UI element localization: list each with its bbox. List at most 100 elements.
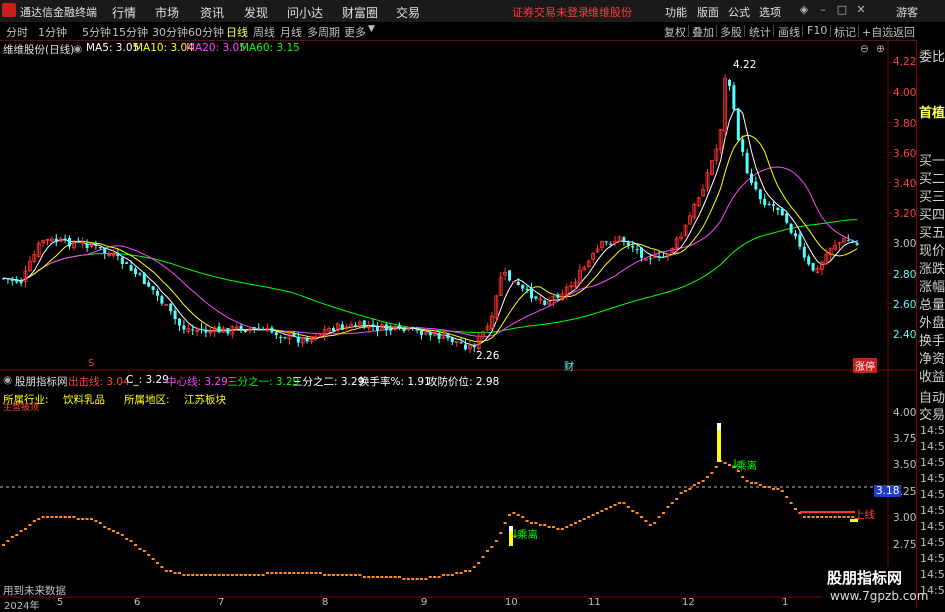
skin-icon[interactable]: ◈ bbox=[797, 3, 811, 17]
tab-multi-period[interactable]: 多周期 bbox=[307, 24, 340, 40]
candle-body bbox=[609, 243, 613, 245]
menu-layout[interactable]: 版面 bbox=[697, 4, 719, 20]
minimize-icon[interactable]: – bbox=[816, 3, 830, 17]
x-tick: 5 bbox=[57, 597, 64, 608]
candle-body bbox=[631, 246, 635, 248]
maximize-icon[interactable]: □ bbox=[835, 3, 849, 17]
tab-daily[interactable]: 日线 bbox=[226, 24, 248, 40]
indicator-step bbox=[50, 516, 54, 518]
indicator-step bbox=[521, 516, 525, 518]
menu-community[interactable]: 财富圈 bbox=[342, 4, 378, 21]
menu-options[interactable]: 选项 bbox=[759, 4, 781, 20]
indicator-step bbox=[666, 506, 670, 508]
indicator-step bbox=[191, 574, 195, 576]
btn-draw-line[interactable]: 画线 bbox=[778, 24, 800, 40]
x-tick: 2024年 bbox=[4, 601, 40, 612]
indicator-step bbox=[613, 504, 617, 506]
indicator-name[interactable]: 股朋指标网 bbox=[15, 374, 68, 389]
tick-time: 14:56 bbox=[920, 536, 945, 549]
menu-functions[interactable]: 功能 bbox=[665, 4, 687, 20]
indicator-step bbox=[85, 518, 89, 520]
btn-statistics[interactable]: 统计 bbox=[749, 24, 771, 40]
candle-body bbox=[464, 344, 467, 350]
menu-news[interactable]: 资讯 bbox=[200, 4, 224, 21]
candle-body bbox=[437, 333, 441, 339]
candle-body bbox=[802, 246, 806, 258]
indicator-step bbox=[323, 574, 327, 576]
indicator-step bbox=[459, 572, 463, 574]
candle-body bbox=[252, 327, 256, 329]
limit-up-marker: 涨停 bbox=[853, 358, 877, 373]
btn-f10[interactable]: F10 bbox=[807, 24, 827, 37]
indicator-step bbox=[411, 578, 415, 580]
price-chart[interactable]: ↓↓ bbox=[0, 40, 916, 609]
btn-back[interactable]: 返回 bbox=[893, 24, 915, 40]
indicator-step bbox=[288, 572, 291, 574]
stock-name-link[interactable]: 维维股份 bbox=[588, 4, 632, 20]
indicator-step bbox=[90, 518, 93, 520]
candle-body bbox=[217, 326, 221, 333]
tab-60min[interactable]: 60分钟 bbox=[188, 24, 224, 40]
tick-time: 14:56 bbox=[920, 568, 945, 581]
indicator-settings-icon[interactable]: ◉ bbox=[3, 374, 12, 386]
indicator-step bbox=[428, 576, 432, 578]
indicator-step bbox=[420, 578, 423, 580]
indicator-step bbox=[94, 520, 98, 522]
indicator-step bbox=[195, 574, 199, 576]
x-tick: 11 bbox=[588, 597, 601, 608]
btn-multi-stock[interactable]: 多股 bbox=[720, 24, 742, 40]
sidebar-trade[interactable]: 交易 bbox=[919, 404, 945, 423]
login-warning[interactable]: 证券交易未登录 bbox=[512, 4, 589, 20]
tab-5min[interactable]: 5分钟 bbox=[82, 24, 111, 40]
indicator-step bbox=[125, 538, 129, 540]
indicator-step bbox=[81, 518, 85, 520]
candle-body bbox=[138, 273, 142, 275]
sidebar-turnover: 换手 bbox=[919, 334, 945, 349]
candle-body bbox=[98, 247, 102, 249]
watermark-url: www.7gpzb.com bbox=[830, 589, 929, 603]
tick-time: 14:56 bbox=[920, 472, 945, 485]
menu-trade[interactable]: 交易 bbox=[396, 4, 420, 21]
candle-body bbox=[767, 204, 771, 206]
indicator-step bbox=[829, 516, 833, 518]
candle-body bbox=[239, 325, 243, 331]
indicator-step bbox=[266, 572, 269, 574]
chart-settings-icon[interactable]: ◉ bbox=[73, 43, 82, 55]
tab-intraday[interactable]: 分时 bbox=[6, 24, 28, 40]
user-label[interactable]: 游客 bbox=[896, 4, 918, 20]
indicator-step bbox=[270, 572, 274, 574]
menu-formula[interactable]: 公式 bbox=[728, 4, 750, 20]
candle-body bbox=[750, 173, 753, 183]
site-watermark: 股朋指标网 www.7gpzb.com bbox=[822, 566, 928, 609]
zoom-in-icon[interactable]: ⊕ bbox=[876, 43, 885, 55]
tab-weekly[interactable]: 周线 bbox=[253, 24, 275, 40]
indicator-step bbox=[345, 574, 349, 576]
tab-more[interactable]: 更多 bbox=[344, 24, 366, 40]
tab-1min[interactable]: 1分钟 bbox=[38, 24, 67, 40]
tab-30min[interactable]: 30分钟 bbox=[152, 24, 188, 40]
tab-monthly[interactable]: 月线 bbox=[280, 24, 302, 40]
indicator-step bbox=[354, 574, 357, 576]
indicator-step bbox=[107, 528, 111, 530]
candle-body bbox=[732, 85, 736, 110]
btn-mark[interactable]: 标记 bbox=[834, 24, 856, 40]
ind-two-thirds: 三分之二: 3.29 bbox=[292, 376, 365, 388]
more-dropdown-icon[interactable]: ▼ bbox=[368, 24, 375, 34]
ind-y-tick: 3.75 bbox=[893, 433, 917, 445]
zoom-out-icon[interactable]: ⊖ bbox=[860, 43, 869, 55]
tab-15min[interactable]: 15分钟 bbox=[112, 24, 148, 40]
menu-discover[interactable]: 发现 bbox=[244, 4, 268, 21]
indicator-step bbox=[560, 528, 564, 530]
close-icon[interactable]: ✕ bbox=[854, 3, 868, 17]
menu-market[interactable]: 市场 bbox=[155, 4, 179, 21]
candle-body bbox=[785, 213, 789, 223]
btn-overlay[interactable]: 叠加 bbox=[692, 24, 714, 40]
btn-restore-rights[interactable]: 复权 bbox=[664, 24, 686, 40]
menu-quotes[interactable]: 行情 bbox=[112, 4, 136, 21]
sidebar-change: 涨跌 bbox=[919, 262, 945, 277]
menu-bar: 通达信金融终端 行情 市场 资讯 发现 问小达 财富圈 交易 证券交易未登录 维… bbox=[0, 0, 945, 23]
indicator-step bbox=[600, 510, 604, 512]
menu-ask[interactable]: 问小达 bbox=[287, 4, 323, 21]
indicator-step bbox=[525, 520, 529, 522]
indicator-step bbox=[679, 492, 683, 494]
